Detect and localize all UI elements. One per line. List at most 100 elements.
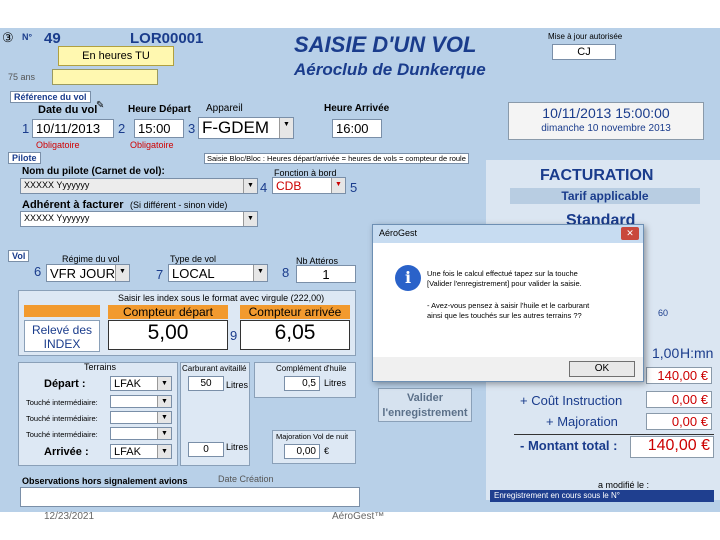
type-select[interactable]: LOCAL ▼ bbox=[168, 264, 268, 282]
pilot-name-value: XXXXX Yyyyyyy bbox=[24, 180, 90, 190]
date-field[interactable]: 10/11/2013 bbox=[32, 119, 114, 138]
huile-unit: Litres bbox=[324, 378, 347, 388]
terrain-depart-label: Départ : bbox=[44, 378, 86, 390]
instruction-amount: 0,00 € bbox=[646, 391, 712, 408]
updated-by-field[interactable]: CJ bbox=[552, 44, 616, 60]
regime-label: Régime du vol bbox=[62, 254, 120, 264]
terrain-inter2-select[interactable]: ▼ bbox=[110, 411, 172, 424]
small-label: 75 ans bbox=[8, 72, 36, 82]
arr-label: Heure Arrivée bbox=[324, 103, 390, 114]
step-3: 3 bbox=[188, 121, 196, 136]
fonction-select[interactable]: CDB ▼ bbox=[272, 177, 346, 194]
regime-select[interactable]: VFR JOUR ▼ bbox=[46, 264, 130, 282]
pilot-name-select[interactable]: XXXXX Yyyyyyy ▼ bbox=[20, 178, 258, 194]
no-label: N° bbox=[22, 32, 33, 42]
summary-box: 10/11/2013 15:00:00 dimanche 10 novembre… bbox=[508, 102, 704, 140]
observations-label: Observations hors signalement avions bbox=[22, 476, 188, 486]
carburant2-unit: Litres bbox=[226, 442, 249, 452]
majoration-night-field[interactable]: 0,00 bbox=[284, 444, 320, 459]
majoration-night-label: Majoration Vol de nuit bbox=[276, 432, 349, 441]
terrain-depart-select[interactable]: LFAK ▼ bbox=[110, 376, 172, 391]
duree-unit: H:mn bbox=[680, 345, 714, 361]
type-value: LOCAL bbox=[172, 266, 215, 281]
valider-button[interactable]: Valider l'enregistrement bbox=[378, 388, 472, 422]
date-edit-icon: ✎ bbox=[96, 100, 105, 111]
comment-field[interactable] bbox=[52, 69, 158, 85]
total-amount: 140,00 € bbox=[630, 436, 714, 458]
page-title: SAISIE D'UN VOL bbox=[294, 32, 477, 57]
adherent-note: (Si différent - sinon vide) bbox=[130, 200, 228, 210]
dep-time-field[interactable]: 15:00 bbox=[134, 119, 184, 138]
dialog-line4: ainsi que les touchés sur les autres ter… bbox=[427, 311, 582, 320]
dialog-line1: Une fois le calcul effectué tapez sur la… bbox=[427, 269, 578, 278]
terrain-inter3-label: Touché intermédiaire: bbox=[26, 430, 98, 439]
terrain-arrivee-label: Arrivée : bbox=[44, 446, 89, 458]
chevron-down-icon[interactable]: ▼ bbox=[157, 396, 171, 407]
step-8: 8 bbox=[282, 265, 290, 280]
terrain-depart-value: LFAK bbox=[114, 378, 141, 390]
index-instruction: Saisir les index sous le format avec vir… bbox=[118, 293, 325, 303]
chevron-down-icon[interactable]: ▼ bbox=[243, 212, 257, 226]
chevron-down-icon[interactable]: ▼ bbox=[331, 178, 345, 193]
terrains-label: Terrains bbox=[84, 362, 117, 372]
adherent-select[interactable]: XXXXX Yyyyyyy ▼ bbox=[20, 211, 258, 227]
terrain-arrivee-value: LFAK bbox=[114, 446, 141, 458]
updated-by-value: CJ bbox=[577, 46, 591, 58]
chevron-down-icon[interactable]: ▼ bbox=[253, 265, 267, 281]
chevron-down-icon[interactable]: ▼ bbox=[157, 412, 171, 423]
chevron-down-icon[interactable]: ▼ bbox=[115, 265, 129, 281]
dialog-line2: [Valider l'enregistrement] pour valider … bbox=[427, 279, 582, 288]
carburant2-field[interactable]: 0 bbox=[188, 442, 224, 457]
terrain-arrivee-select[interactable]: LFAK ▼ bbox=[110, 444, 172, 459]
duree-value: 1,00 bbox=[652, 345, 680, 361]
time-mode-badge: En heures TU bbox=[58, 46, 174, 66]
chevron-down-icon[interactable]: ▼ bbox=[157, 377, 171, 390]
facturation-title: FACTURATION bbox=[540, 167, 654, 184]
dialog-body: i Une fois le calcul effectué tapez sur … bbox=[373, 243, 643, 357]
aircraft-select[interactable]: F-GDEM ▼ bbox=[198, 117, 294, 139]
record-code: LOR00001 bbox=[130, 30, 204, 47]
carburant-field[interactable]: 50 bbox=[188, 376, 224, 391]
type-label: Type de vol bbox=[170, 254, 217, 264]
chevron-down-icon[interactable]: ▼ bbox=[157, 445, 171, 458]
arr-time-field[interactable]: 16:00 bbox=[332, 119, 382, 138]
ok-button[interactable]: OK bbox=[569, 361, 635, 377]
fonction-value: CDB bbox=[276, 179, 302, 193]
date-required: Obligatoire bbox=[36, 140, 80, 150]
base-amount: 140,00 € bbox=[646, 367, 712, 384]
chevron-down-icon[interactable]: ▼ bbox=[157, 428, 171, 439]
footer-date: 12/23/2021 bbox=[44, 511, 95, 522]
flight-ref-section: Référence du vol bbox=[10, 91, 91, 103]
majoration-night-unit: € bbox=[324, 446, 330, 456]
dep-label: Heure Départ bbox=[128, 104, 191, 115]
carburant-label: Carburant avitaillé bbox=[182, 364, 247, 373]
majoration-label: + Majoration bbox=[546, 414, 618, 429]
arrive-counter-field[interactable]: 6,05 bbox=[240, 320, 350, 350]
footer-app: AéroGest™ bbox=[332, 511, 385, 522]
majoration-amount: 0,00 € bbox=[646, 413, 712, 430]
record-icon: ③ bbox=[2, 30, 14, 45]
index-color-bar bbox=[24, 305, 100, 317]
depart-counter-label: Compteur départ bbox=[108, 305, 228, 319]
chevron-down-icon[interactable]: ▼ bbox=[243, 179, 257, 193]
modifie-label: a modifié le : bbox=[598, 480, 650, 490]
atterro-field[interactable]: 1 bbox=[296, 265, 356, 283]
observations-field[interactable] bbox=[20, 487, 360, 507]
step-4: 4 bbox=[260, 180, 268, 195]
alert-dialog: AéroGest ✕ i Une fois le calcul effectué… bbox=[372, 224, 644, 382]
depart-counter-field[interactable]: 5,00 bbox=[108, 320, 228, 350]
summary-datetime: 10/11/2013 15:00:00 bbox=[542, 105, 670, 121]
dialog-line3: - Avez-vous pensez à saisir l'huile et l… bbox=[427, 301, 590, 310]
total-label: - Montant total : bbox=[520, 438, 618, 453]
huile-field[interactable]: 0,5 bbox=[284, 376, 320, 391]
close-icon[interactable]: ✕ bbox=[621, 227, 639, 240]
page-subtitle: Aéroclub de Dunkerque bbox=[294, 60, 486, 79]
summary-day: dimanche 10 novembre 2013 bbox=[541, 123, 671, 134]
terrain-inter1-select[interactable]: ▼ bbox=[110, 395, 172, 408]
chevron-down-icon[interactable]: ▼ bbox=[279, 118, 293, 138]
aircraft-value: F-GDEM bbox=[202, 118, 270, 137]
instruction-label: + Coût Instruction bbox=[520, 393, 623, 408]
dep-required: Obligatoire bbox=[130, 140, 174, 150]
terrain-inter1-label: Touché intermédiaire: bbox=[26, 398, 98, 407]
terrain-inter3-select[interactable]: ▼ bbox=[110, 427, 172, 440]
